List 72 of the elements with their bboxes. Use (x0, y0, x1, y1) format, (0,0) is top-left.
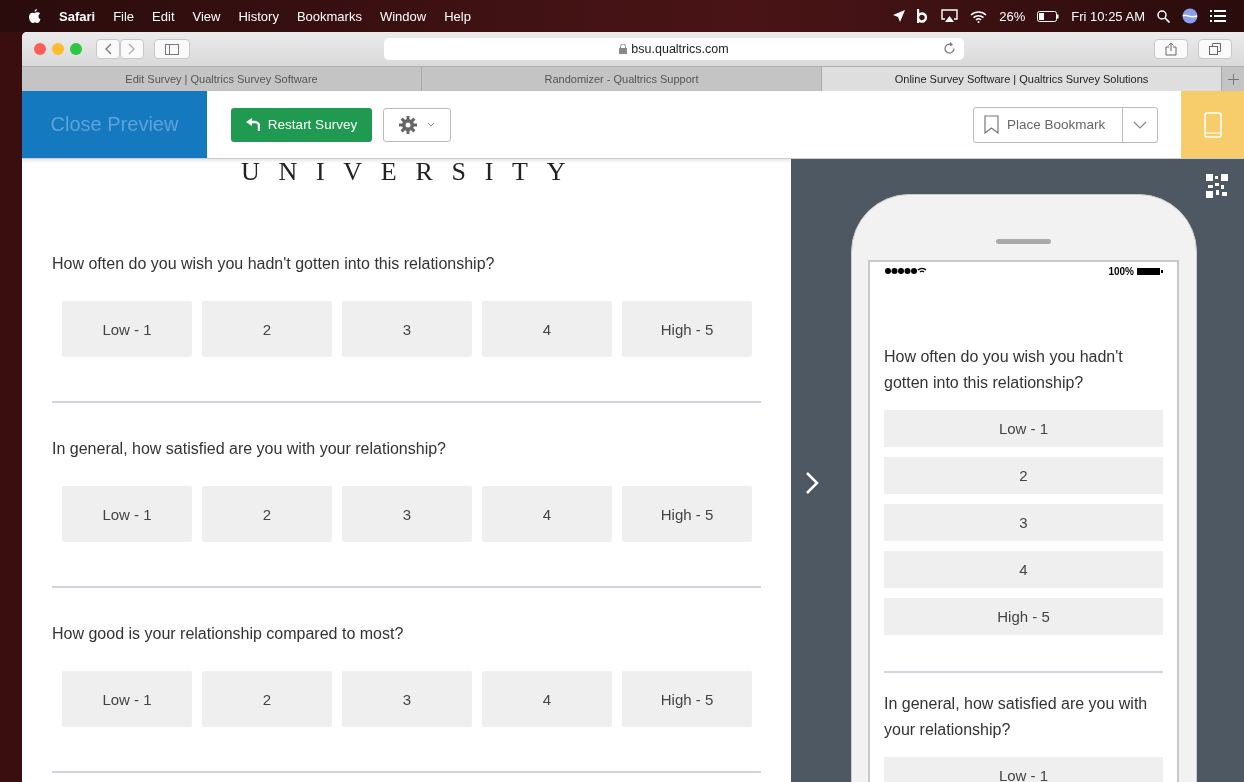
siri-orb-icon[interactable] (1182, 8, 1198, 24)
settings-icon (399, 115, 417, 134)
chevron-left-icon (104, 43, 112, 55)
menubar-clock[interactable]: Fri 10:25 AM (1071, 8, 1145, 24)
lock-icon (619, 44, 628, 54)
menu-item[interactable]: Window (379, 8, 427, 24)
university-logo-text: UNIVERSITY (241, 161, 586, 183)
signal-icon (884, 267, 928, 275)
sidebar-button[interactable] (154, 39, 190, 59)
bookmark-icon (984, 115, 999, 134)
tabs-icon (1209, 43, 1221, 55)
share-icon (1165, 42, 1177, 56)
search-icon[interactable] (1157, 9, 1170, 23)
apple-logo-icon[interactable] (28, 8, 41, 24)
wifi-icon[interactable] (970, 9, 988, 23)
answer-choice[interactable]: 3 (342, 671, 472, 727)
location-arrow-icon[interactable] (893, 10, 906, 22)
phone-battery-percent: 100% (1108, 265, 1134, 277)
new-tab-icon[interactable] (1227, 73, 1239, 85)
list-icon[interactable] (1210, 10, 1226, 22)
address-bar[interactable]: bsu.qualtrics.com (384, 38, 964, 60)
answer-choice[interactable]: 4 (482, 671, 612, 727)
question-text: In general, how satisfied are you with your relationship? (52, 440, 447, 458)
answer-choice[interactable]: 2 (202, 671, 332, 727)
answer-choice[interactable]: 4 (884, 551, 1163, 588)
settings-button[interactable] (383, 107, 451, 142)
caret-icon (1133, 120, 1147, 129)
airplay-icon[interactable] (941, 9, 959, 23)
answer-choice[interactable]: Low - 1 (62, 671, 192, 727)
answer-choice[interactable]: 2 (884, 457, 1163, 494)
caret-icon (427, 122, 435, 127)
answer-choice[interactable]: 3 (884, 504, 1163, 541)
expand-chevron-icon[interactable] (805, 471, 819, 495)
answer-choice[interactable]: 4 (482, 301, 612, 357)
answer-choice[interactable]: Low - 1 (62, 486, 192, 542)
qr-code-icon[interactable] (1206, 174, 1228, 198)
menu-item[interactable]: Help (444, 8, 471, 24)
phone-speaker (996, 239, 1051, 244)
tabs-overview-button[interactable] (1198, 39, 1232, 59)
menu-item[interactable]: History (238, 8, 279, 24)
phone-battery-icon (1137, 267, 1163, 275)
answer-choice[interactable]: 2 (202, 301, 332, 357)
menu-item[interactable]: Edit (152, 8, 175, 24)
question-text: How good is your relationship compared to most? (52, 625, 405, 643)
menu-item[interactable]: File (113, 8, 135, 24)
restart-survey-button[interactable]: Restart Survey (231, 107, 372, 142)
answer-choice[interactable]: Low - 1 (884, 757, 1163, 782)
answer-choice[interactable]: High - 5 (622, 301, 752, 357)
answer-choice[interactable]: Low - 1 (884, 410, 1163, 447)
reload-icon[interactable] (943, 42, 956, 55)
answer-choice[interactable]: 2 (202, 486, 332, 542)
menu-item[interactable]: Bookmarks (296, 8, 362, 24)
menu-item[interactable]: View (192, 8, 221, 24)
return-arrow-icon (245, 118, 260, 131)
question-text: How often do you wish you hadn't gotten into this relationship? (884, 347, 1124, 393)
answer-choice[interactable]: 4 (482, 486, 612, 542)
question-text: How often do you wish you hadn't gotten into this relationship? (52, 255, 496, 273)
answer-choice[interactable]: High - 5 (884, 598, 1163, 635)
browser-tab[interactable]: Online Survey Software | Qualtrics Survey Solutions (822, 67, 1222, 91)
answer-choice[interactable]: High - 5 (622, 486, 752, 542)
chevron-right-icon (128, 43, 136, 55)
answer-choice[interactable]: High - 5 (622, 671, 752, 727)
answer-choice[interactable]: 3 (342, 486, 472, 542)
menu-item[interactable]: Safari (59, 8, 96, 24)
answer-choice[interactable]: 3 (342, 301, 472, 357)
battery-percent: 26% (999, 8, 1026, 24)
letter-b-icon[interactable] (917, 8, 930, 24)
answer-choice[interactable]: Low - 1 (62, 301, 192, 357)
question-text: In general, how satisfied are you with your relationship? (884, 694, 1149, 740)
phone-icon (1203, 111, 1222, 138)
battery-icon[interactable] (1037, 10, 1060, 22)
sidebar-icon (165, 43, 179, 55)
